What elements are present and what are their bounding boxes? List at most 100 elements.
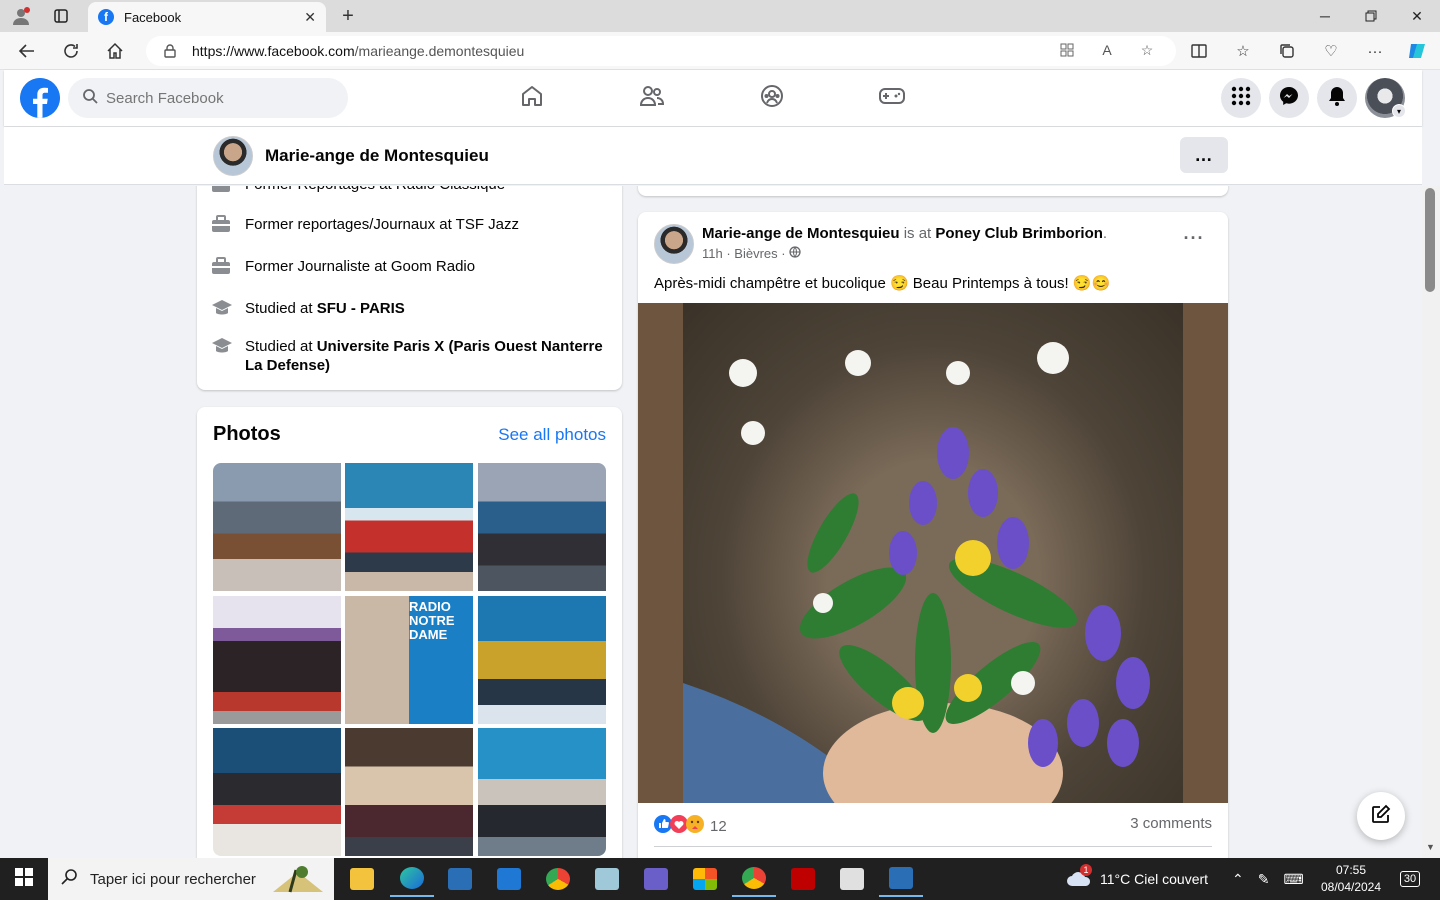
favorites-icon[interactable]: ☆ [1232, 40, 1254, 62]
intro-item-text: Former reportages/Journaux at TSF Jazz [245, 216, 519, 233]
post-more-button[interactable]: ··· [1178, 228, 1210, 252]
taskbar-edge[interactable] [390, 861, 434, 897]
browser-essentials-icon[interactable]: ♡ [1320, 40, 1342, 62]
settings-menu-icon[interactable]: ··· [1364, 40, 1386, 62]
close-window-button[interactable]: ✕ [1394, 0, 1440, 32]
messenger-button[interactable] [1269, 78, 1309, 118]
app-available-icon[interactable] [1056, 39, 1078, 61]
chevron-up-icon[interactable]: ⌃ [1232, 871, 1244, 888]
account-chevron-icon[interactable]: ▾ [1392, 104, 1406, 118]
bell-icon [1328, 86, 1346, 111]
restore-button[interactable] [1348, 0, 1394, 32]
taskbar-app-5[interactable] [879, 861, 923, 897]
profile-avatar[interactable] [213, 136, 253, 176]
post-reactions[interactable]: 12 [654, 815, 727, 838]
taskbar-filezilla[interactable] [781, 861, 825, 897]
profile-name[interactable]: Marie-ange de Montesquieu [265, 146, 489, 166]
post-header: Marie-ange de Montesquieu is at Poney Cl… [702, 225, 1108, 242]
graduation-cap-icon [211, 337, 233, 357]
post-photo-image[interactable] [683, 303, 1183, 803]
post-author-avatar[interactable] [654, 224, 694, 264]
post-photo[interactable] [638, 303, 1228, 803]
photos-card: Photos See all photos RADIO NOTRE DAME [197, 407, 622, 858]
url-path: /marieange.demontesquieu [354, 43, 525, 59]
lock-icon[interactable] [164, 44, 178, 58]
post-author-link[interactable]: Marie-ange de Montesquieu [702, 225, 900, 242]
start-button[interactable] [0, 858, 48, 900]
groups-icon [760, 84, 784, 113]
nav-friends[interactable] [596, 78, 708, 118]
taskbar-app-2[interactable] [585, 861, 629, 897]
nav-home[interactable] [476, 78, 588, 118]
new-tab-button[interactable]: + [336, 4, 360, 28]
browser-tab-bar: f Facebook ✕ + ─ ✕ [0, 0, 1440, 32]
profile-sticky-header: Marie-ange de Montesquieu … [4, 127, 1422, 185]
copilot-icon[interactable] [1406, 40, 1428, 62]
back-button[interactable] [12, 37, 42, 65]
close-tab-icon[interactable]: ✕ [304, 9, 316, 26]
search-icon [82, 88, 98, 109]
taskbar-clock[interactable]: 07:55 08/04/2024 [1318, 862, 1384, 896]
taskbar-chrome[interactable] [536, 861, 580, 897]
url-field[interactable]: https://www.facebook.com/marieange.demon… [146, 36, 1176, 66]
collections-icon[interactable] [1276, 40, 1298, 62]
notification-center-button[interactable]: 30 [1396, 866, 1424, 892]
post-location[interactable]: Bièvres [734, 246, 777, 261]
post-place-link[interactable]: Poney Club Brimborion [935, 225, 1103, 242]
nav-gaming[interactable] [836, 78, 948, 118]
page-scrollbar[interactable]: ▲ ▼ [1422, 186, 1440, 858]
taskbar-mail[interactable] [487, 861, 531, 897]
photo-thumbnail[interactable] [213, 596, 341, 724]
post-meta: 11h · Bièvres · [702, 246, 801, 261]
friends-icon [639, 84, 665, 113]
tab-facebook[interactable]: f Facebook ✕ [88, 2, 326, 32]
scroll-down-icon[interactable]: ▼ [1426, 842, 1435, 852]
menu-button[interactable] [1221, 78, 1261, 118]
home-button[interactable] [100, 37, 130, 65]
read-aloud-icon[interactable]: A [1096, 39, 1118, 61]
refresh-button[interactable] [56, 37, 86, 65]
photo-thumbnail[interactable] [213, 463, 341, 591]
taskbar-file-explorer[interactable] [340, 861, 384, 897]
scrollbar-thumb[interactable] [1425, 188, 1435, 292]
taskbar-app-3[interactable] [634, 861, 678, 897]
school-link[interactable]: SFU - PARIS [317, 300, 405, 317]
split-screen-icon[interactable] [1188, 40, 1210, 62]
taskbar-app-4[interactable] [830, 861, 874, 897]
nav-groups[interactable] [716, 78, 828, 118]
photo-thumbnail[interactable] [478, 728, 606, 856]
see-all-photos-link[interactable]: See all photos [498, 425, 606, 445]
notifications-button[interactable] [1317, 78, 1357, 118]
facebook-search[interactable] [68, 78, 348, 118]
favorite-star-icon[interactable]: ☆ [1136, 39, 1158, 61]
cloud-icon: 1 [1066, 863, 1092, 891]
briefcase-icon [211, 186, 233, 195]
photo-thumbnail[interactable] [478, 463, 606, 591]
weather-text: 11°C Ciel couvert [1100, 871, 1209, 887]
profile-more-button[interactable]: … [1180, 137, 1228, 173]
keyboard-icon[interactable]: ⌨ [1283, 871, 1303, 888]
facebook-logo-icon[interactable] [20, 78, 60, 118]
taskbar-store[interactable] [683, 861, 727, 897]
photo-thumbnail[interactable] [345, 463, 473, 591]
photo-thumbnail[interactable] [213, 728, 341, 856]
chrome-icon [742, 867, 766, 889]
taskbar-search[interactable]: Taper ici pour rechercher [48, 858, 334, 900]
comments-count-link[interactable]: 3 comments [1130, 815, 1212, 832]
taskbar-app-1[interactable] [438, 861, 482, 897]
post-time[interactable]: 11h [702, 246, 723, 261]
photo-thumbnail[interactable]: RADIO NOTRE DAME [345, 596, 473, 724]
minimize-button[interactable]: ─ [1302, 0, 1348, 32]
photo-thumbnail[interactable] [345, 728, 473, 856]
new-message-button[interactable] [1357, 792, 1405, 840]
search-input[interactable] [106, 89, 326, 107]
search-highlight-icon [268, 862, 328, 896]
photo-thumbnail[interactable] [478, 596, 606, 724]
reaction-count[interactable]: 12 [710, 818, 727, 835]
intro-item-text: Former Journaliste at Goom Radio [245, 258, 476, 275]
taskbar-chrome-2[interactable] [732, 861, 776, 897]
pen-icon[interactable]: ✎ [1258, 871, 1270, 888]
profile-icon[interactable] [6, 4, 36, 28]
tab-actions-icon[interactable] [46, 4, 76, 28]
weather-widget[interactable]: 1 11°C Ciel couvert [1066, 858, 1208, 900]
